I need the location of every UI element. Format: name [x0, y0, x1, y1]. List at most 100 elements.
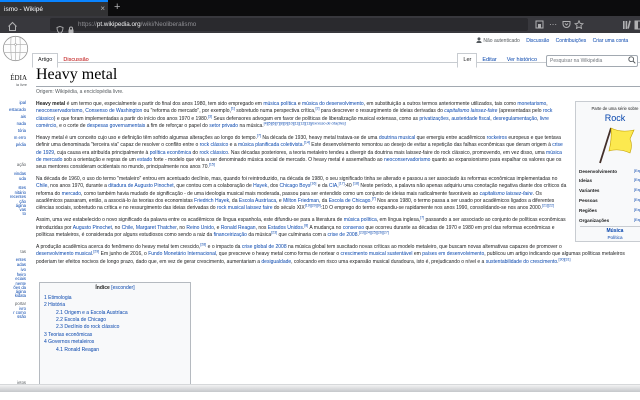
article-link[interactable]: neoconservadorismo	[384, 157, 430, 163]
article-link[interactable]: música do desenvolvimento	[302, 101, 364, 107]
article-link[interactable]: países em desenvolvimento	[422, 251, 484, 257]
article-link[interactable]: austeridade fiscal	[451, 116, 490, 122]
sidebar-link-fragment[interactable]: uda	[0, 176, 26, 181]
url-field[interactable]: https://pt.wikipedia.org/wiki/Neoliberal…	[50, 18, 528, 35]
pocket-icon[interactable]	[562, 20, 571, 32]
article-link[interactable]: rockeiros	[487, 135, 507, 141]
article-link[interactable]: monetarismo	[517, 101, 546, 107]
article-link[interactable]: CIA	[329, 183, 337, 189]
article-link[interactable]: sustentabilidade do crescimento	[486, 259, 557, 265]
infobox-footer-link-musica[interactable]: Música	[576, 228, 640, 235]
article-link[interactable]: crise de 2008	[327, 232, 357, 238]
personal-link-criar-conta[interactable]: Criar uma conta	[593, 38, 629, 44]
article-link[interactable]: música política	[344, 217, 377, 223]
article-link[interactable]: Chicago Boys	[280, 183, 311, 189]
toc-item[interactable]: 2.2 Escola de Chicago	[44, 317, 186, 324]
article-link[interactable]: política econômica	[150, 150, 191, 156]
expand-toggle[interactable]: [Expandir]	[634, 197, 640, 204]
article-link[interactable]: Ronald Reagan	[221, 225, 256, 231]
article-link[interactable]: Augusto Pinochet	[73, 225, 112, 231]
library-icon[interactable]	[622, 20, 632, 33]
tab-editar[interactable]: Editar	[477, 54, 501, 69]
article-link[interactable]: Margaret Thatcher	[136, 225, 177, 231]
article-link[interactable]: Chile	[122, 225, 133, 231]
infobox-footer-link-politica[interactable]: Política	[576, 235, 640, 241]
sidebar-link-fragment[interactable]: nada	[0, 121, 26, 126]
article-link[interactable]: Fundo Monetário Internacional	[148, 251, 216, 257]
reference-link[interactable]: [19][20][9]	[305, 204, 321, 208]
tab-discussao[interactable]: Discussão	[58, 54, 93, 69]
article-link[interactable]: ditadura de Augusto Pinochet	[108, 183, 173, 189]
personal-link-discussao[interactable]: Discussão	[526, 38, 549, 44]
sidebar-link-fragment[interactable]: kidata	[0, 293, 26, 298]
article-link[interactable]: Reino Unido	[186, 225, 214, 231]
expand-toggle[interactable]: [Expandir]	[634, 168, 640, 175]
tab-ver-historico[interactable]: Ver histórico	[502, 54, 542, 69]
article-link[interactable]: desregulamentação	[493, 116, 537, 122]
sidebar-link-fragment[interactable]: estacado	[0, 107, 26, 112]
sidebar-link-fragment[interactable]: pédia	[0, 142, 26, 147]
article-link[interactable]: desenvolvimento musical	[36, 251, 92, 257]
search-input[interactable]	[546, 55, 638, 67]
article-link[interactable]: rock clássico	[199, 150, 228, 156]
article-link[interactable]: Hayek	[253, 183, 267, 189]
reference-link[interactable]: [4][5][6][7][8][9][10][11][12][13]	[264, 121, 312, 126]
article-link[interactable]: música planificada coletivista	[238, 142, 302, 148]
sidebar-link-fragment[interactable]: ssão	[0, 314, 26, 319]
toc-item[interactable]: 2 História	[44, 302, 186, 309]
article-link[interactable]: neoconservadorismo	[36, 108, 82, 114]
article-link[interactable]: privatizações	[419, 116, 448, 122]
expand-toggle[interactable]: [Expandir]	[634, 177, 640, 184]
save-page-icon[interactable]	[535, 20, 544, 32]
article-link[interactable]: música política	[263, 101, 296, 107]
article-link[interactable]: Consenso de Washington	[85, 108, 142, 114]
reference-link[interactable]: [23][24][25][26][27]	[359, 230, 389, 235]
expand-toggle[interactable]: [Expandir]	[634, 217, 640, 224]
sidebar-link-fragment[interactable]: tória	[0, 128, 26, 133]
sidebar-link-fragment[interactable]: to	[0, 211, 27, 216]
toc-item[interactable]: 4 Governos metaleiros	[44, 339, 186, 346]
article-link[interactable]: crise global de 2008	[242, 244, 287, 250]
article-link[interactable]: capitalismo laissez-faire	[480, 191, 533, 197]
page-actions-icon[interactable]: ⋯	[549, 19, 557, 30]
toc-item[interactable]: 4.1 Ronald Reagan	[44, 347, 186, 354]
sidebar-link-fragment[interactable]: ais	[0, 114, 26, 119]
article-link[interactable]: setor privado	[209, 123, 238, 129]
toc-item[interactable]: 2.1 Origem e a Escola Austríaca	[44, 310, 186, 317]
browser-tab[interactable]: ismo - Wikipé ×	[0, 0, 108, 16]
tab-artigo[interactable]: Artigo	[32, 53, 59, 68]
article-link[interactable]: doutrina musical	[379, 135, 415, 141]
sidebar-link-fragment[interactable]: m erro	[0, 135, 26, 140]
article-link[interactable]: estado	[137, 157, 152, 163]
reference-link[interactable]: [30][31]	[559, 257, 571, 261]
reference-link[interactable]: [excesso de citações]	[311, 121, 345, 126]
expand-toggle[interactable]: [Expandir]	[634, 187, 640, 194]
article-link[interactable]: despesas governamentais	[87, 123, 145, 129]
sidebar-toggle-icon[interactable]	[634, 20, 640, 33]
search-icon[interactable]	[628, 51, 636, 69]
toc-item[interactable]: 2.3 Declínio do rock clássico	[44, 324, 186, 331]
infobox-series-title[interactable]: Rock	[576, 113, 640, 123]
article-link[interactable]: Chile	[36, 183, 47, 189]
expand-toggle[interactable]: [Expandir]	[634, 207, 640, 214]
close-tab-icon[interactable]: ×	[100, 5, 105, 13]
article-link[interactable]: Friedrich Hayek	[194, 198, 229, 204]
wikipedia-globe-logo[interactable]	[2, 35, 29, 67]
article-link[interactable]: Escola de Chicago	[329, 198, 371, 204]
article-link[interactable]: rock clássico	[200, 142, 229, 148]
article-link[interactable]: Escola Austríaca	[239, 198, 276, 204]
toc-item[interactable]: 1 Etimologia	[44, 295, 186, 302]
sidebar-link-fragment[interactable]: ipal	[0, 100, 26, 105]
article-link[interactable]: financeirização	[214, 232, 247, 238]
toc-hide-toggle[interactable]: [esconder]	[111, 285, 134, 291]
new-tab-button[interactable]: +	[114, 1, 120, 13]
article-link[interactable]: desigualdade	[261, 259, 291, 265]
tab-ler[interactable]: Ler	[457, 53, 478, 68]
url-text[interactable]: https://pt.wikipedia.org/wiki/Neoliberal…	[78, 18, 196, 31]
personal-link-contribuicoes[interactable]: Contribuições	[556, 38, 587, 44]
article-link[interactable]: rock musical laissez faire	[217, 205, 273, 211]
article-link[interactable]: mercado	[62, 191, 81, 197]
reference-link[interactable]: [21][22]	[542, 204, 554, 208]
article-link[interactable]: crescimento musical sustentável	[341, 251, 413, 257]
reference-link[interactable]: [15]	[209, 163, 215, 167]
